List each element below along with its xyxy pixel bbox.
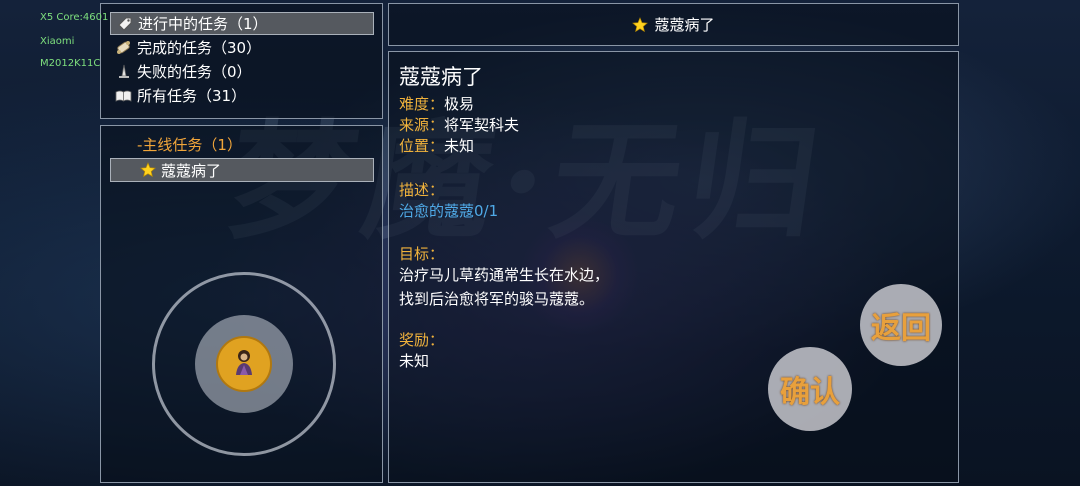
- location-label: 位置：: [399, 137, 445, 155]
- quest-detail-panel: 蔻蔻病了 难度：极易 来源：将军契科夫 位置：未知 描述： 治愈的蔻蔻0/1 目…: [388, 51, 959, 483]
- objective-line-2: 找到后治愈将军的骏马蔻蔻。: [399, 290, 595, 308]
- quest-title-text: 蔻蔻病了: [654, 16, 715, 34]
- star-icon: [140, 162, 156, 182]
- source-value: 将军契科夫: [444, 116, 520, 134]
- reward-label: 奖励：: [399, 331, 445, 349]
- category-label: 进行中的任务（1）: [138, 15, 268, 33]
- description-progress: 治愈的蔻蔻0/1: [399, 202, 499, 220]
- difficulty-value: 极易: [444, 95, 475, 113]
- debug-core-label: X5 Core:4601: [40, 12, 109, 23]
- objective-label: 目标：: [399, 245, 445, 263]
- quest-title-bar: 蔻蔻病了: [388, 3, 959, 46]
- debug-model-label: M2012K11C: [40, 58, 101, 69]
- scroll-icon: [115, 39, 132, 56]
- character-avatar-icon: [231, 347, 257, 381]
- detail-title: 蔻蔻病了: [399, 65, 483, 89]
- source-label: 来源：: [399, 116, 445, 134]
- quest-list-item[interactable]: 蔻蔻病了: [110, 158, 374, 182]
- category-completed[interactable]: 完成的任务（30）: [110, 36, 374, 59]
- book-icon: [115, 87, 132, 104]
- difficulty-label: 难度：: [399, 95, 445, 113]
- category-failed[interactable]: 失败的任务（0）: [110, 60, 374, 83]
- back-button[interactable]: 返回: [860, 284, 942, 366]
- category-all[interactable]: 所有任务（31）: [110, 84, 374, 107]
- description-label: 描述：: [399, 181, 445, 199]
- confirm-button[interactable]: 确认: [768, 347, 852, 431]
- category-label: 所有任务（31）: [137, 87, 247, 105]
- location-value: 未知: [444, 137, 475, 155]
- quest-item-label: 蔻蔻病了: [161, 161, 222, 180]
- main-quest-group-header[interactable]: -主线任务（1）: [137, 134, 242, 155]
- joystick-knob[interactable]: [216, 336, 272, 392]
- source-row: 来源：将军契科夫: [399, 114, 519, 135]
- game-screen: 梦魔·无归 X5 Core:4601 Xiaomi M2012K11C 进行中的…: [0, 0, 1080, 486]
- category-label: 失败的任务（0）: [137, 63, 252, 81]
- star-icon: [632, 16, 649, 33]
- broken-sword-icon: [115, 63, 132, 80]
- reward-value: 未知: [399, 352, 430, 370]
- objective-line-1: 治疗马儿草药通常生长在水边，: [399, 266, 610, 284]
- debug-brand-label: Xiaomi: [40, 36, 75, 47]
- category-label: 完成的任务（30）: [137, 39, 262, 57]
- difficulty-row: 难度：极易: [399, 93, 474, 114]
- quest-category-panel: 进行中的任务（1） 完成的任务（30） 失败的任务（0） 所有任务（31）: [100, 3, 383, 119]
- quest-title: 蔻蔻病了: [389, 4, 958, 45]
- location-row: 位置：未知: [399, 135, 474, 156]
- tag-icon: [116, 15, 133, 32]
- category-in-progress[interactable]: 进行中的任务（1）: [110, 12, 374, 35]
